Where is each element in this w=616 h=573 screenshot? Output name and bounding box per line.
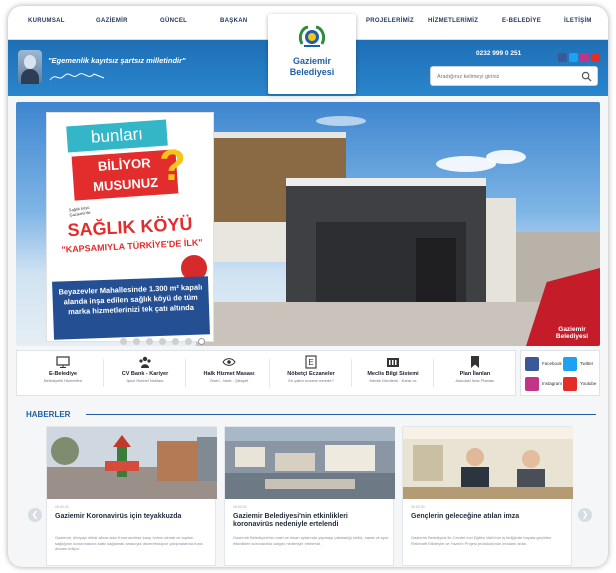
social-twitter[interactable]: Twitter [563, 357, 599, 371]
slider-dot[interactable] [172, 338, 179, 345]
nav-item-hizmetlerimiz[interactable]: HİZMETLERİMİZ [428, 18, 478, 24]
news-card[interactable]: 26.03.20 Gençlerin geleceğine atılan imz… [402, 426, 573, 566]
facebook-icon [525, 357, 539, 371]
header-twitter-icon[interactable] [569, 53, 578, 62]
social-youtube[interactable]: Youtube [563, 377, 599, 391]
news-card-image [403, 427, 573, 499]
news-card-image [225, 427, 395, 499]
news-card-date: 26.03.20 [233, 505, 247, 509]
service-plan-ilanlari[interactable]: Plan İlanları Askıdaki İmar Planları [439, 355, 511, 383]
slider-dot[interactable] [146, 338, 153, 345]
ataturk-portrait [18, 50, 42, 84]
monitor-icon [56, 356, 70, 368]
ataturk-signature [49, 73, 105, 81]
news-card-date: 26.03.20 [411, 505, 425, 509]
browser-frame: KURUMSAL GAZİEMİR GÜNCEL BAŞKAN PROJELER… [8, 6, 608, 567]
youtube-icon [563, 377, 577, 391]
news-next-arrow-icon[interactable]: ❯ [578, 508, 592, 522]
news-prev-arrow-icon[interactable]: ❮ [28, 508, 42, 522]
social-facebook[interactable]: Facebook [525, 357, 562, 371]
nav-item-gaziemir[interactable]: GAZİEMİR [96, 18, 128, 24]
service-cv-bank[interactable]: CV Bank - Kariyer İşkur Hizmet Noktası [109, 355, 181, 383]
news-card[interactable]: 26.03.20 Gaziemir Koronavirüs için teyak… [46, 426, 217, 566]
nav-item-guncel[interactable]: GÜNCEL [160, 18, 187, 24]
header-youtube-icon[interactable] [591, 53, 600, 62]
campaign-poster: bunları BİLİYOR MUSUNUZ ? Sağlık köyü Ga… [46, 112, 214, 342]
service-nobetci-eczane[interactable]: E Nöbetçi Eczaneler En yakın eczane nere… [275, 355, 347, 383]
poster-note: Sağlık köyü Gaziemir'de [68, 204, 91, 218]
nav-item-kurumsal[interactable]: KURUMSAL [28, 18, 65, 24]
news-heading: HABERLER [26, 410, 71, 419]
slider-dot-active[interactable] [198, 338, 205, 345]
social-instagram[interactable]: Instagram [525, 377, 562, 391]
news-card-title[interactable]: Gençlerin geleceğine atılan imza [411, 513, 567, 521]
news-heading-line [86, 414, 596, 415]
nav-item-projelerimiz[interactable]: PROJELERİMİZ [366, 18, 414, 24]
municipality-logo[interactable]: Gaziemir Belediyesi [268, 14, 356, 94]
search-icon[interactable] [581, 71, 592, 82]
pharmacy-icon: E [305, 355, 317, 369]
slider-dots [120, 332, 211, 346]
social-links: Facebook Twitter Instagram Youtube [520, 350, 600, 396]
slider-dot[interactable] [185, 338, 192, 345]
news-card[interactable]: 26.03.20 Gaziemir Belediyesi'nin etkinli… [224, 426, 395, 566]
news-card-image [47, 427, 217, 499]
header-instagram-icon[interactable] [580, 53, 589, 62]
service-meclis[interactable]: Meclis Bilgi Sistemi Meclis Gündemi - Ka… [357, 355, 429, 383]
nav-item-baskan[interactable]: BAŞKAN [220, 18, 247, 24]
header-social-icons [556, 49, 600, 62]
news-card-text: Gaziemir Belediyesi ile Cevdet İnci Eğit… [411, 535, 552, 546]
nav-item-iletisim[interactable]: İLETİŞİM [564, 18, 592, 24]
eye-icon [222, 358, 236, 366]
search-box [430, 66, 598, 86]
building-icon [387, 358, 399, 367]
news-card-title[interactable]: Gaziemir Belediyesi'nin etkinlikleri kor… [233, 513, 389, 529]
nav-item-e-belediye[interactable]: E-BELEDİYE [502, 18, 541, 24]
svg-text:E: E [308, 358, 313, 367]
service-e-belediye[interactable]: E-Belediye Belediyelik Hizmetleri [27, 355, 99, 383]
instagram-icon [525, 377, 539, 391]
hero-slider[interactable]: bunları BİLİYOR MUSUNUZ ? Sağlık köyü Ga… [16, 102, 600, 346]
header-quote: "Egemenlik kayıtsız şartsız milletindir" [48, 56, 186, 65]
logo-text-line2: Belediyesi [289, 67, 335, 77]
news-card-date: 26.03.20 [55, 505, 69, 509]
news-card-text: Gaziemir Belediyesi'nin mart ve nisan ay… [233, 535, 389, 546]
news-card-text: Gaziemir, dünyayı etkisi altına alan Kor… [55, 535, 203, 551]
slider-dot[interactable] [120, 338, 127, 345]
phone-number[interactable]: 0232 999 0 251 [476, 50, 521, 57]
quick-services: E-Belediye Belediyelik Hizmetleri CV Ban… [16, 350, 516, 396]
slider-dot[interactable] [133, 338, 140, 345]
logo-text-line1: Gaziemir [292, 56, 332, 66]
search-input[interactable] [437, 70, 577, 83]
service-halk-hizmet[interactable]: Halk Hizmet Masası Öneri - İstek - Şikay… [193, 355, 265, 383]
slider-dot[interactable] [159, 338, 166, 345]
poster-bunlari: bunları [66, 119, 168, 153]
poster-body: Beyazevler Mahallesinde 1.300 m² kapalı … [52, 276, 210, 340]
news-card-title[interactable]: Gaziemir Koronavirüs için teyakkuzda [55, 513, 211, 521]
bookmark-icon [471, 356, 479, 368]
logo-emblem-icon [298, 25, 326, 47]
poster-question-mark: ? [159, 141, 186, 190]
header-facebook-icon[interactable] [558, 53, 567, 62]
twitter-icon [563, 357, 577, 371]
people-icon [139, 356, 151, 368]
